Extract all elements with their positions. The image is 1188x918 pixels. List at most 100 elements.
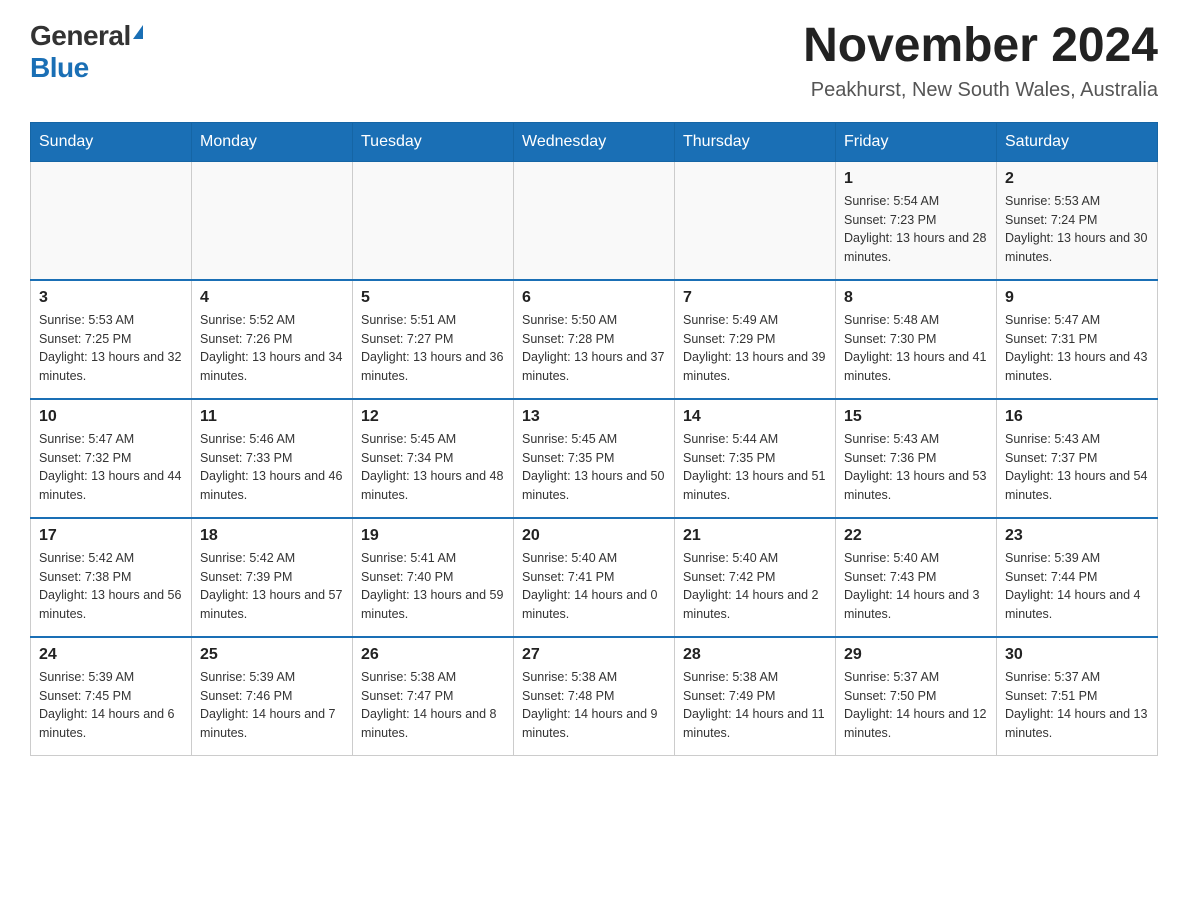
day-number: 24 — [39, 646, 183, 664]
day-number: 13 — [522, 408, 666, 426]
calendar-cell: 27 Sunrise: 5:38 AMSunset: 7:48 PMDayligh… — [514, 637, 675, 756]
calendar-cell — [192, 161, 353, 280]
day-info: Sunrise: 5:37 AMSunset: 7:50 PMDaylight:… — [844, 668, 988, 743]
weekday-header-thursday: Thursday — [675, 122, 836, 161]
day-info: Sunrise: 5:45 AMSunset: 7:34 PMDaylight:… — [361, 430, 505, 505]
month-title: November 2024 — [803, 20, 1158, 73]
logo-triangle-icon — [133, 25, 143, 39]
day-number: 5 — [361, 289, 505, 307]
day-number: 21 — [683, 527, 827, 545]
day-info: Sunrise: 5:48 AMSunset: 7:30 PMDaylight:… — [844, 311, 988, 386]
calendar-table: SundayMondayTuesdayWednesdayThursdayFrid… — [30, 122, 1158, 756]
day-number: 3 — [39, 289, 183, 307]
day-number: 30 — [1005, 646, 1149, 664]
weekday-header-wednesday: Wednesday — [514, 122, 675, 161]
calendar-cell: 13 Sunrise: 5:45 AMSunset: 7:35 PMDayligh… — [514, 399, 675, 518]
day-info: Sunrise: 5:49 AMSunset: 7:29 PMDaylight:… — [683, 311, 827, 386]
location-title: Peakhurst, New South Wales, Australia — [803, 79, 1158, 102]
page-header: General Blue November 2024 Peakhurst, Ne… — [30, 20, 1158, 102]
calendar-cell — [675, 161, 836, 280]
day-number: 26 — [361, 646, 505, 664]
day-number: 20 — [522, 527, 666, 545]
day-info: Sunrise: 5:50 AMSunset: 7:28 PMDaylight:… — [522, 311, 666, 386]
calendar-cell: 3 Sunrise: 5:53 AMSunset: 7:25 PMDaylight… — [31, 280, 192, 399]
calendar-cell: 6Sunrise: 5:50 AMSunset: 7:28 PMDaylight… — [514, 280, 675, 399]
day-info: Sunrise: 5:39 AMSunset: 7:44 PMDaylight:… — [1005, 549, 1149, 624]
day-number: 2 — [1005, 170, 1149, 188]
week-row-3: 10 Sunrise: 5:47 AMSunset: 7:32 PMDayligh… — [31, 399, 1158, 518]
day-number: 11 — [200, 408, 344, 426]
day-number: 29 — [844, 646, 988, 664]
day-info: Sunrise: 5:47 AMSunset: 7:32 PMDaylight:… — [39, 430, 183, 505]
calendar-cell: 30Sunrise: 5:37 AMSunset: 7:51 PMDayligh… — [997, 637, 1158, 756]
day-info: Sunrise: 5:53 AMSunset: 7:25 PMDaylight:… — [39, 311, 183, 386]
calendar-cell: 24 Sunrise: 5:39 AMSunset: 7:45 PMDayligh… — [31, 637, 192, 756]
day-info: Sunrise: 5:44 AMSunset: 7:35 PMDaylight:… — [683, 430, 827, 505]
day-number: 19 — [361, 527, 505, 545]
logo-general-text: General — [30, 20, 131, 52]
calendar-cell: 19 Sunrise: 5:41 AMSunset: 7:40 PMDayligh… — [353, 518, 514, 637]
day-info: Sunrise: 5:43 AMSunset: 7:37 PMDaylight:… — [1005, 430, 1149, 505]
calendar-cell: 18 Sunrise: 5:42 AMSunset: 7:39 PMDayligh… — [192, 518, 353, 637]
calendar-cell: 16Sunrise: 5:43 AMSunset: 7:37 PMDayligh… — [997, 399, 1158, 518]
calendar-cell: 5 Sunrise: 5:51 AMSunset: 7:27 PMDaylight… — [353, 280, 514, 399]
day-number: 8 — [844, 289, 988, 307]
calendar-cell: 23 Sunrise: 5:39 AMSunset: 7:44 PMDayligh… — [997, 518, 1158, 637]
day-info: Sunrise: 5:40 AMSunset: 7:41 PMDaylight:… — [522, 549, 666, 624]
calendar-cell: 22 Sunrise: 5:40 AMSunset: 7:43 PMDayligh… — [836, 518, 997, 637]
day-number: 7 — [683, 289, 827, 307]
day-info: Sunrise: 5:43 AMSunset: 7:36 PMDaylight:… — [844, 430, 988, 505]
logo-blue-text: Blue — [30, 52, 89, 83]
day-info: Sunrise: 5:52 AMSunset: 7:26 PMDaylight:… — [200, 311, 344, 386]
day-info: Sunrise: 5:54 AMSunset: 7:23 PMDaylight:… — [844, 192, 988, 267]
weekday-header-saturday: Saturday — [997, 122, 1158, 161]
day-info: Sunrise: 5:42 AMSunset: 7:38 PMDaylight:… — [39, 549, 183, 624]
calendar-cell: 17 Sunrise: 5:42 AMSunset: 7:38 PMDayligh… — [31, 518, 192, 637]
day-info: Sunrise: 5:47 AMSunset: 7:31 PMDaylight:… — [1005, 311, 1149, 386]
calendar-cell: 25 Sunrise: 5:39 AMSunset: 7:46 PMDayligh… — [192, 637, 353, 756]
day-info: Sunrise: 5:38 AMSunset: 7:49 PMDaylight:… — [683, 668, 827, 743]
calendar-cell: 15Sunrise: 5:43 AMSunset: 7:36 PMDayligh… — [836, 399, 997, 518]
day-info: Sunrise: 5:40 AMSunset: 7:42 PMDaylight:… — [683, 549, 827, 624]
weekday-header-tuesday: Tuesday — [353, 122, 514, 161]
day-number: 9 — [1005, 289, 1149, 307]
day-info: Sunrise: 5:38 AMSunset: 7:48 PMDaylight:… — [522, 668, 666, 743]
calendar-cell: 4 Sunrise: 5:52 AMSunset: 7:26 PMDaylight… — [192, 280, 353, 399]
day-number: 18 — [200, 527, 344, 545]
day-info: Sunrise: 5:41 AMSunset: 7:40 PMDaylight:… — [361, 549, 505, 624]
weekday-header-sunday: Sunday — [31, 122, 192, 161]
day-number: 25 — [200, 646, 344, 664]
day-number: 23 — [1005, 527, 1149, 545]
calendar-cell: 20 Sunrise: 5:40 AMSunset: 7:41 PMDayligh… — [514, 518, 675, 637]
calendar-header-row: SundayMondayTuesdayWednesdayThursdayFrid… — [31, 122, 1158, 161]
week-row-1: 1 Sunrise: 5:54 AMSunset: 7:23 PMDaylight… — [31, 161, 1158, 280]
week-row-4: 17 Sunrise: 5:42 AMSunset: 7:38 PMDayligh… — [31, 518, 1158, 637]
weekday-header-monday: Monday — [192, 122, 353, 161]
day-number: 17 — [39, 527, 183, 545]
day-info: Sunrise: 5:39 AMSunset: 7:45 PMDaylight:… — [39, 668, 183, 743]
calendar-cell — [514, 161, 675, 280]
day-info: Sunrise: 5:45 AMSunset: 7:35 PMDaylight:… — [522, 430, 666, 505]
day-info: Sunrise: 5:42 AMSunset: 7:39 PMDaylight:… — [200, 549, 344, 624]
calendar-cell: 21 Sunrise: 5:40 AMSunset: 7:42 PMDayligh… — [675, 518, 836, 637]
week-row-5: 24 Sunrise: 5:39 AMSunset: 7:45 PMDayligh… — [31, 637, 1158, 756]
calendar-cell — [353, 161, 514, 280]
day-info: Sunrise: 5:53 AMSunset: 7:24 PMDaylight:… — [1005, 192, 1149, 267]
calendar-cell: 1 Sunrise: 5:54 AMSunset: 7:23 PMDaylight… — [836, 161, 997, 280]
day-number: 10 — [39, 408, 183, 426]
weekday-header-friday: Friday — [836, 122, 997, 161]
calendar-cell: 14 Sunrise: 5:44 AMSunset: 7:35 PMDayligh… — [675, 399, 836, 518]
day-number: 27 — [522, 646, 666, 664]
calendar-cell: 9 Sunrise: 5:47 AMSunset: 7:31 PMDaylight… — [997, 280, 1158, 399]
day-number: 14 — [683, 408, 827, 426]
day-number: 1 — [844, 170, 988, 188]
day-info: Sunrise: 5:40 AMSunset: 7:43 PMDaylight:… — [844, 549, 988, 624]
calendar-cell: 26Sunrise: 5:38 AMSunset: 7:47 PMDayligh… — [353, 637, 514, 756]
calendar-cell: 28 Sunrise: 5:38 AMSunset: 7:49 PMDayligh… — [675, 637, 836, 756]
day-number: 12 — [361, 408, 505, 426]
day-number: 4 — [200, 289, 344, 307]
day-info: Sunrise: 5:51 AMSunset: 7:27 PMDaylight:… — [361, 311, 505, 386]
day-info: Sunrise: 5:39 AMSunset: 7:46 PMDaylight:… — [200, 668, 344, 743]
day-number: 28 — [683, 646, 827, 664]
day-number: 22 — [844, 527, 988, 545]
